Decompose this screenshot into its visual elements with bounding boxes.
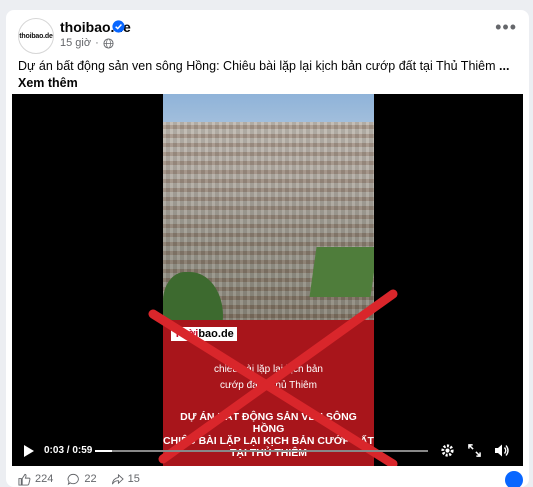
verified-badge-icon: [112, 20, 125, 33]
like-action[interactable]: 224: [18, 473, 53, 486]
more-options-button[interactable]: •••: [495, 18, 517, 36]
post-caption: Dự án bất động sản ven sông Hồng: Chiêu …: [18, 58, 518, 92]
settings-gear-icon[interactable]: [440, 443, 455, 458]
volume-icon[interactable]: [494, 443, 510, 458]
page-avatar[interactable]: thoibao.de: [18, 18, 54, 54]
like-count: 224: [35, 473, 54, 485]
video-controls: 0:03 / 0:59: [12, 436, 523, 466]
video-progress-bar[interactable]: [95, 450, 428, 452]
messenger-button[interactable]: [505, 471, 523, 487]
fullscreen-icon[interactable]: [468, 444, 481, 457]
comment-icon: [67, 473, 80, 485]
share-count: 15: [127, 473, 140, 485]
video-player[interactable]: Thờibao.de chiêu bài lặp lại kịch bản cư…: [12, 94, 523, 466]
play-icon[interactable]: [23, 444, 35, 458]
post-time[interactable]: 15 giờ: [60, 37, 91, 49]
comment-action[interactable]: 22: [67, 473, 97, 486]
caption-text: Dự án bất động sản ven sông Hồng: Chiêu …: [18, 59, 496, 73]
video-time: 0:03 / 0:59: [44, 445, 93, 456]
avatar-logo: thoibao.de: [19, 32, 53, 40]
share-action[interactable]: 15: [111, 473, 140, 486]
globe-icon: [103, 37, 114, 49]
comment-count: 22: [84, 473, 97, 485]
post-reactions-bar: 224 22 15: [18, 471, 154, 487]
post-card: thoibao.de thoibao.de 15 giờ · ••• Dự án…: [6, 10, 529, 487]
meta-separator: ·: [95, 37, 99, 49]
share-icon: [111, 473, 124, 484]
video-progress-fill: [95, 450, 112, 452]
post-meta: 15 giờ ·: [60, 37, 114, 49]
like-icon: [18, 473, 31, 486]
